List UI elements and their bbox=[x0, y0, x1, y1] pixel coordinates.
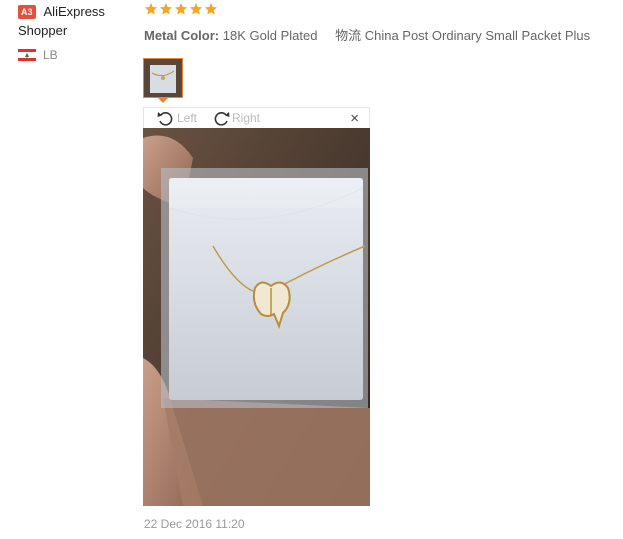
lebanon-flag-icon bbox=[18, 49, 36, 61]
buyer-level-badge: A3 bbox=[18, 4, 36, 19]
review-photo bbox=[143, 128, 370, 506]
rotate-left-label: Left bbox=[177, 111, 198, 125]
buyer-name[interactable]: AliExpress bbox=[44, 2, 105, 21]
rotate-right-icon bbox=[214, 112, 230, 126]
country-code: LB bbox=[43, 48, 58, 62]
necklace-photo-image bbox=[143, 128, 370, 506]
star-icon bbox=[204, 3, 218, 15]
metal-color-label: Metal Color: bbox=[144, 28, 220, 43]
shipping-method: China Post Ordinary Small Packet Plus bbox=[364, 28, 591, 43]
star-icon bbox=[174, 3, 188, 15]
buyer-name-continued[interactable]: Shopper bbox=[18, 21, 128, 40]
star-icon bbox=[159, 3, 173, 15]
metal-color-value: 18K Gold Plated bbox=[222, 28, 318, 43]
shipping-label: 物流 bbox=[335, 28, 362, 43]
rotate-right-label: Right bbox=[232, 111, 261, 125]
close-viewer-button[interactable]: × bbox=[350, 111, 359, 126]
review-date: 22 Dec 2016 11:20 bbox=[144, 517, 245, 531]
rotate-left-button[interactable]: Left bbox=[155, 109, 197, 127]
selected-thumb-indicator bbox=[158, 98, 168, 103]
rotate-right-button[interactable]: Right bbox=[210, 109, 260, 127]
buyer-country: LB bbox=[18, 48, 128, 62]
order-attributes: Metal Color: 18K Gold Plated 物流 China Po… bbox=[144, 25, 604, 44]
star-rating bbox=[144, 2, 218, 16]
star-icon bbox=[144, 3, 158, 15]
photo-thumbnail[interactable] bbox=[143, 58, 183, 98]
buyer-name-row: A3 AliExpress bbox=[18, 2, 128, 21]
buyer-info: A3 AliExpress Shopper LB bbox=[18, 2, 128, 62]
feedback-item: A3 AliExpress Shopper LB Metal Color: 18… bbox=[0, 0, 623, 539]
rotate-left-icon bbox=[157, 112, 173, 126]
thumbnail-image bbox=[144, 59, 182, 97]
star-icon bbox=[189, 3, 203, 15]
photo-viewer-toolbar: Left Right × bbox=[143, 107, 370, 128]
